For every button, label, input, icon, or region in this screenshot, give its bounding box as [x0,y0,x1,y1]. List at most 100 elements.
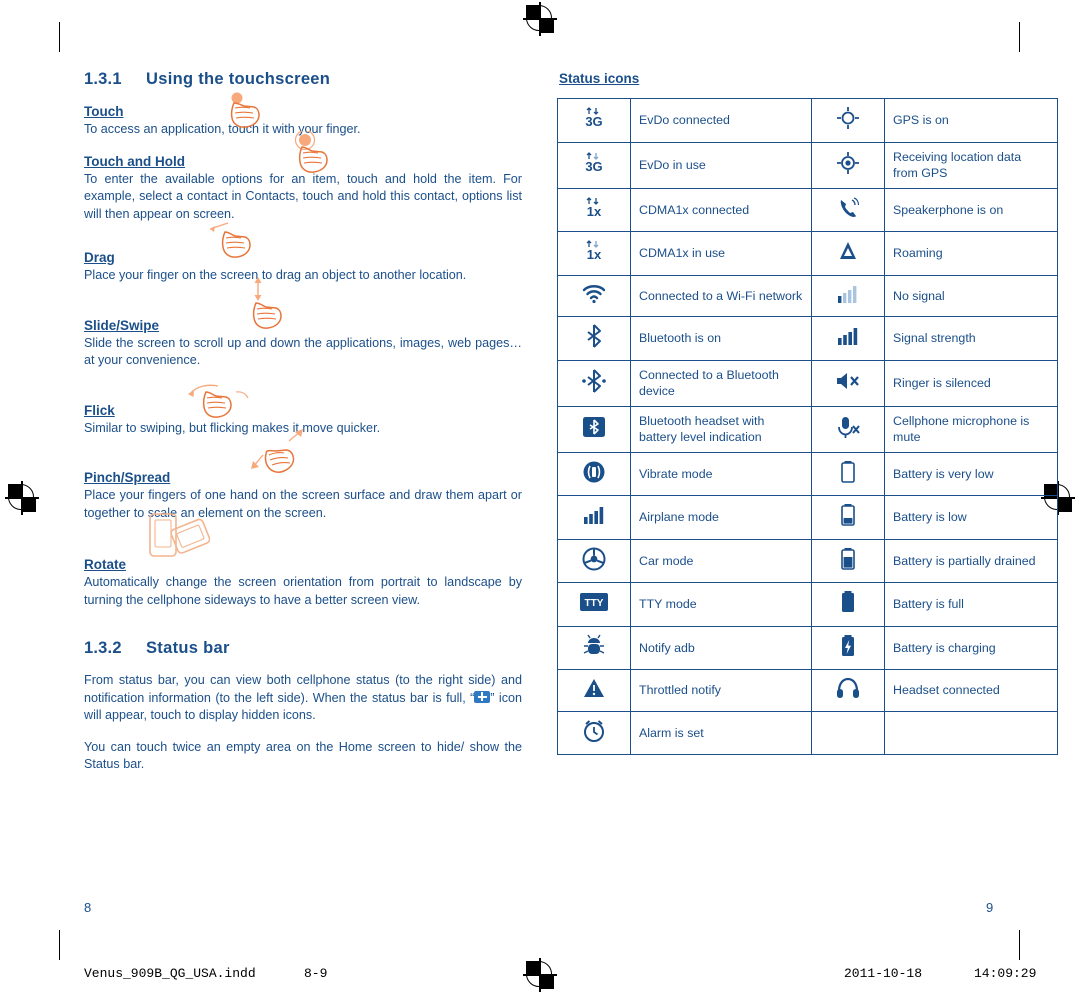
status-label: Alarm is set [630,710,812,755]
print-footer: Venus_909B_QG_USA.indd 8-9 2011-10-18 14… [84,960,1036,988]
status-label: Battery is full [884,582,1058,627]
bluetooth-on-icon [557,316,631,361]
empty-icon-cell [811,710,885,755]
table-row: Car mode Battery is partially drained [557,538,1058,583]
gesture-text: To enter the available options for an it… [84,171,522,221]
gesture-block-pinch: Pinch/Spread Place your fingers of one h… [84,429,522,522]
status-label: Receiving location data from GPS [884,141,1058,189]
gesture-text: Automatically change the screen orientat… [84,575,522,607]
status-label: Battery is low [884,495,1058,540]
footer-date: 2011-10-18 [844,966,923,981]
gesture-text: Similar to swiping, but flicking makes i… [84,420,381,435]
table-row: Bluetooth headset with battery level ind… [557,405,1058,453]
battery-charging-icon [811,625,885,670]
airplane-mode-icon [557,495,631,540]
status-bar-text-part1: From status bar, you can view both cellp… [84,673,522,705]
cdma1x-in-use-icon: 1x [557,231,631,276]
gps-on-icon [811,98,885,143]
signal-strength-icon [811,316,885,361]
mic-mute-icon [811,405,885,453]
status-label: Battery is very low [884,451,1058,496]
gesture-heading: Pinch/Spread [84,470,171,485]
status-label: EvDo in use [630,141,812,189]
car-mode-icon [557,538,631,583]
table-row: Connected to a Wi-Fi network No signal [557,274,1058,317]
table-row: TTY TTY mode Battery is full [557,582,1058,627]
no-signal-icon [811,274,885,317]
gesture-block-touch: Touch To access an application, touch it… [84,92,522,139]
left-page-content: 1.3.1 Using the touchscreen Touch To acce… [84,70,522,774]
gesture-heading: Touch and Hold [84,153,185,169]
table-row: 3G EvDo connected GPS is on [557,98,1058,143]
gesture-heading: Flick [84,402,115,418]
evdo-in-use-icon: 3G [557,141,631,189]
crop-mark-tl-v [59,22,61,52]
right-page-content: Status icons 3G EvDo connected GPS is on… [557,70,1058,755]
hidden-icons-glyph [474,690,491,703]
table-row: Notify adb Battery is charging [557,625,1058,670]
crop-mark-bl-v [59,930,61,960]
status-label: GPS is on [884,98,1058,143]
gesture-block-flick: Flick Similar to swiping, but flicking m… [84,384,522,438]
svg-text:1x: 1x [587,204,602,219]
status-label: Roaming [884,231,1058,276]
status-label: Bluetooth headset with battery level ind… [630,405,812,453]
table-row: 1x CDMA1x in use Roaming [557,231,1058,276]
table-row: Connected to a Bluetooth device Ringer i… [557,359,1058,407]
status-label: Ringer is silenced [884,359,1058,407]
registration-mark-left [5,481,39,515]
evdo-connected-icon: 3G [557,98,631,143]
svg-text:TTY: TTY [585,598,604,609]
status-label: Connected to a Bluetooth device [630,359,812,407]
cdma1x-connected-icon: 1x [557,187,631,232]
table-row: Vibrate mode Battery is very low [557,451,1058,496]
section-title: Using the touchscreen [146,70,331,88]
page-number-left: 8 [84,900,92,915]
table-row: Airplane mode Battery is low [557,495,1058,540]
section-number: 1.3.1 [84,70,122,88]
gesture-heading: Touch [84,104,124,119]
status-bar-paragraph-2: You can touch twice an empty area on the… [84,739,522,772]
table-row: 3G EvDo in use Receiving location data f… [557,141,1058,189]
table-row: Alarm is set [557,710,1058,755]
gesture-heading: Drag [84,250,115,265]
gesture-text: To access an application, touch it with … [84,122,361,136]
status-label: Notify adb [630,625,812,670]
gesture-text: Place your fingers of one hand on the sc… [84,488,522,520]
throttled-notify-icon [557,669,631,712]
svg-text:3G: 3G [585,114,602,129]
gesture-block-slide: Slide/Swipe Slide the screen to scroll u… [84,276,522,370]
svg-text:3G: 3G [585,159,602,174]
gesture-block-rotate: Rotate Automatically change the screen o… [84,513,522,609]
status-label: Speakerphone is on [884,187,1058,232]
section-heading-touchscreen: 1.3.1 Using the touchscreen [84,70,522,89]
status-label: Cellphone microphone is mute [884,405,1058,453]
headset-connected-icon [811,669,885,712]
status-label: CDMA1x connected [630,187,812,232]
status-label: Throttled notify [630,669,812,712]
status-label: Bluetooth is on [630,316,812,361]
ringer-silenced-icon [811,359,885,407]
gesture-block-drag: Drag Place your finger on the screen to … [84,222,522,285]
page-number-right: 9 [986,900,994,915]
battery-full-icon [811,582,885,627]
gps-location-icon [811,141,885,189]
table-row: Bluetooth is on Signal strength [557,316,1058,361]
gesture-text: Slide the screen to scroll up and down t… [84,335,522,368]
svg-text:1x: 1x [587,247,602,262]
battery-very-low-icon [811,451,885,496]
table-row: 1x CDMA1x connected Speakerphone is on [557,187,1058,232]
gesture-heading: Slide/Swipe [84,317,160,333]
gesture-heading: Rotate [84,557,127,572]
footer-pages: 8-9 [304,966,328,981]
crop-mark-tr-v [1019,22,1021,52]
bluetooth-headset-icon [557,405,631,453]
bluetooth-connected-icon [557,359,631,407]
notify-adb-icon [557,625,631,670]
gesture-text: Place your finger on the screen to drag … [84,268,467,282]
status-label: No signal [884,274,1058,317]
footer-filename: Venus_909B_QG_USA.indd [84,966,256,981]
section-heading-status-bar: 1.3.2 Status bar [84,639,522,658]
status-label: Vibrate mode [630,451,812,496]
status-label: Car mode [630,538,812,583]
